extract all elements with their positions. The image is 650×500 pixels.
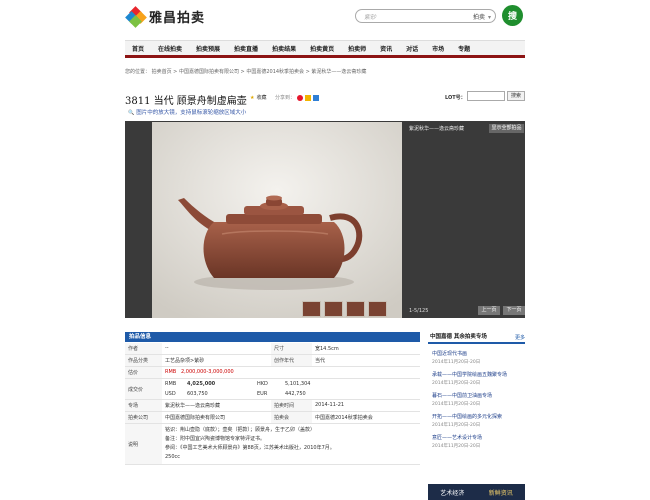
- share-label: 分享到：: [275, 95, 296, 101]
- nav-item-news[interactable]: 资讯: [373, 44, 399, 53]
- thumbnail[interactable]: [346, 301, 365, 317]
- share-more-icon[interactable]: [313, 94, 320, 101]
- nav-item-live[interactable]: 拍卖直播: [227, 44, 265, 53]
- search-scope-select[interactable]: 拍卖: [473, 12, 491, 21]
- sidebar-more-link[interactable]: 更多: [515, 334, 525, 341]
- deal-price: RMB 4,025,000 HKD 5,101,304 USD 603,750 …: [165, 381, 311, 397]
- table-row: 作品分类 工艺品杂项>紫砂 创作年代 当代: [125, 355, 420, 367]
- list-item[interactable]: 承载——中国学院绘画五魏聚专场 2014年11月20日-20日: [432, 371, 525, 386]
- info-header: 拍品信息: [125, 332, 420, 342]
- search-bar[interactable]: 紫砂 拍卖: [355, 9, 496, 23]
- thumbnail[interactable]: [368, 301, 387, 317]
- favorite-button[interactable]: 收藏: [250, 94, 266, 101]
- viewer-counter: 1-5/125: [409, 308, 429, 314]
- nav-item-results[interactable]: 拍卖结果: [265, 44, 303, 53]
- list-item[interactable]: 意匠——艺术设计专场 2014年11月20日-20日: [432, 434, 525, 449]
- share-bar: 分享到：: [275, 94, 320, 101]
- share-weibo-icon[interactable]: [297, 94, 304, 101]
- search-button[interactable]: 搜: [502, 5, 523, 26]
- nav-item-preview[interactable]: 拍卖预展: [189, 44, 227, 53]
- sidebar-title: 中国嘉德 其余拍卖专场: [428, 332, 525, 344]
- site-logo[interactable]: 雅昌拍卖: [125, 5, 206, 28]
- list-item[interactable]: 暮石——中国前卫油画专场 2014年11月20日-20日: [432, 392, 525, 407]
- nav-item-home[interactable]: 首页: [125, 44, 151, 53]
- search-input[interactable]: 紫砂: [364, 12, 376, 21]
- nav-item-online-auction[interactable]: 在线拍卖: [151, 44, 189, 53]
- list-item[interactable]: 中国近现代书画 2014年11月20日-20日: [432, 350, 525, 365]
- prev-page-button[interactable]: 上一页: [478, 306, 500, 315]
- lot-number-label: LOT号：: [445, 95, 466, 101]
- breadcrumb[interactable]: 您的位置： 拍卖首页 > 中国嘉德国际拍卖有限公司 > 中国嘉德2014秋季拍卖…: [125, 68, 366, 75]
- table-row: 专场 紫泥秋华——逸云斋珍藏 拍卖时间 2014-11-21: [125, 400, 420, 412]
- table-row: 估价 RMB 2,000,000-3,000,000: [125, 367, 420, 379]
- description: 铭识：荆山壶隐（底款）；壶矣（把款）；顾景舟，生于乙卯（盖款） 备注：附中国宜兴…: [165, 427, 335, 460]
- main-nav: 首页 在线拍卖 拍卖预展 拍卖直播 拍卖结果 拍卖黄页 拍卖师 资讯 对话 市场…: [125, 40, 525, 58]
- nav-item-topics[interactable]: 专题: [451, 44, 477, 53]
- info-table: 作者 -- 尺寸 宽14.5cm 作品分类 工艺品杂项>紫砂 创作年代 当代 估…: [125, 343, 420, 465]
- viewer-session-title: 紫泥秋华——逸云斋珍藏: [409, 126, 465, 132]
- site-name: 雅昌拍卖: [149, 11, 206, 26]
- list-item[interactable]: 开拓——中国绘画的多元化探索 2014年11月20日-20日: [432, 413, 525, 428]
- table-row: 作者 -- 尺寸 宽14.5cm: [125, 343, 420, 355]
- teapot-photo[interactable]: [152, 122, 402, 318]
- nav-item-directory[interactable]: 拍卖黄页: [303, 44, 341, 53]
- logo-mark-icon: [125, 5, 147, 28]
- estimate-value: RMB 2,000,000-3,000,000: [165, 369, 234, 375]
- lot-number-input[interactable]: [467, 91, 505, 101]
- show-all-button[interactable]: 显示全部拍品: [489, 124, 524, 133]
- lot-title: 3811 当代 顾景舟制虚扁壶: [125, 96, 247, 107]
- table-row: 说明 铭识：荆山壶隐（底款）；壶矣（把款）；顾景舟，生于乙卯（盖款） 备注：附中…: [125, 424, 420, 465]
- share-qzone-icon[interactable]: [305, 94, 312, 101]
- nav-item-dialogue[interactable]: 对话: [399, 44, 425, 53]
- next-page-button[interactable]: 下一页: [503, 306, 525, 315]
- sidebar-list: 中国近现代书画 2014年11月20日-20日 承载——中国学院绘画五魏聚专场 …: [432, 350, 525, 455]
- table-row: 拍卖公司 中国嘉德国际拍卖有限公司 拍卖会 中国嘉德2014秋季拍卖会: [125, 412, 420, 424]
- thumbnail[interactable]: [324, 301, 343, 317]
- table-row: 成交价 RMB 4,025,000 HKD 5,101,304 USD 603,…: [125, 379, 420, 400]
- zoom-hint: 图片中的放大镜，支持鼠标滚轮缩放区域大小: [128, 108, 246, 116]
- thumbnail[interactable]: [302, 301, 321, 317]
- nav-item-auctioneer[interactable]: 拍卖师: [341, 44, 373, 53]
- lot-search-button[interactable]: 搜索: [507, 91, 525, 101]
- sidebar-ad-banner[interactable]: 艺术经济 新鲜资讯: [428, 484, 525, 500]
- nav-item-market[interactable]: 市场: [425, 44, 451, 53]
